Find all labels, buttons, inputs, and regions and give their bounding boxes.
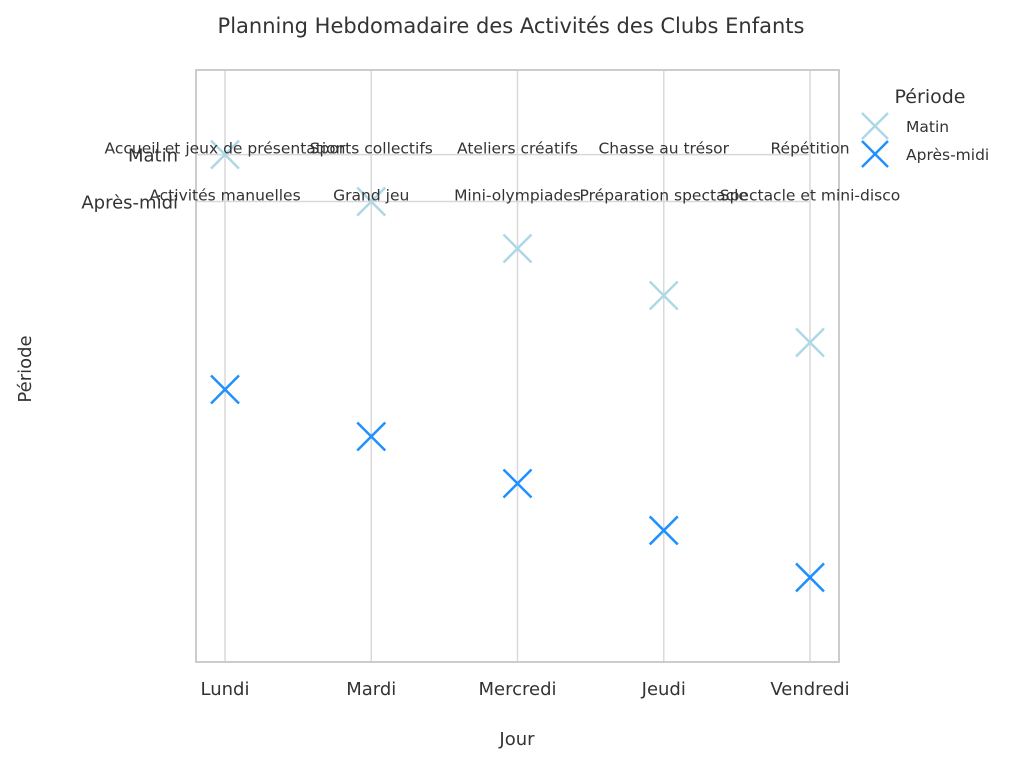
scatter-chart: Planning Hebdomadaire des Activités des … [15,14,989,750]
x-tick-label: Mercredi [478,679,556,700]
x-tick-labels: Lundi Mardi Mercredi Jeudi Vendredi [201,679,850,700]
x-tick-label: Mardi [346,679,396,700]
legend: Période Matin Après-midi [861,86,989,168]
legend-title: Période [895,86,966,108]
y-axis-label: Période [15,335,36,402]
grid [196,70,811,662]
y-tick-labels: Matin Après-midi [81,146,178,214]
legend-label: Après-midi [906,146,989,164]
x-tick-label: Lundi [201,679,250,700]
x-axis-label: Jour [498,729,535,750]
y-tick-label: Matin [128,146,178,167]
y-tick-label: Après-midi [81,193,178,214]
point-annotation: Sports collectifs [310,140,433,158]
legend-marker [861,112,889,140]
point-annotation: Spectacle et mini-disco [720,187,901,205]
point-annotation: Chasse au trésor [598,140,729,158]
legend-marker [861,140,889,168]
annotations: Accueil et jeux de présentationSports co… [105,140,901,205]
x-tick-label: Jeudi [641,679,686,700]
point-annotation: Grand jeu [333,187,409,205]
point-annotation: Ateliers créatifs [457,140,578,158]
point-annotation: Mini-olympiades [454,187,581,205]
legend-label: Matin [906,118,949,136]
point-annotation: Répétition [770,140,849,158]
x-tick-label: Vendredi [770,679,849,700]
chart-title: Planning Hebdomadaire des Activités des … [218,14,805,38]
